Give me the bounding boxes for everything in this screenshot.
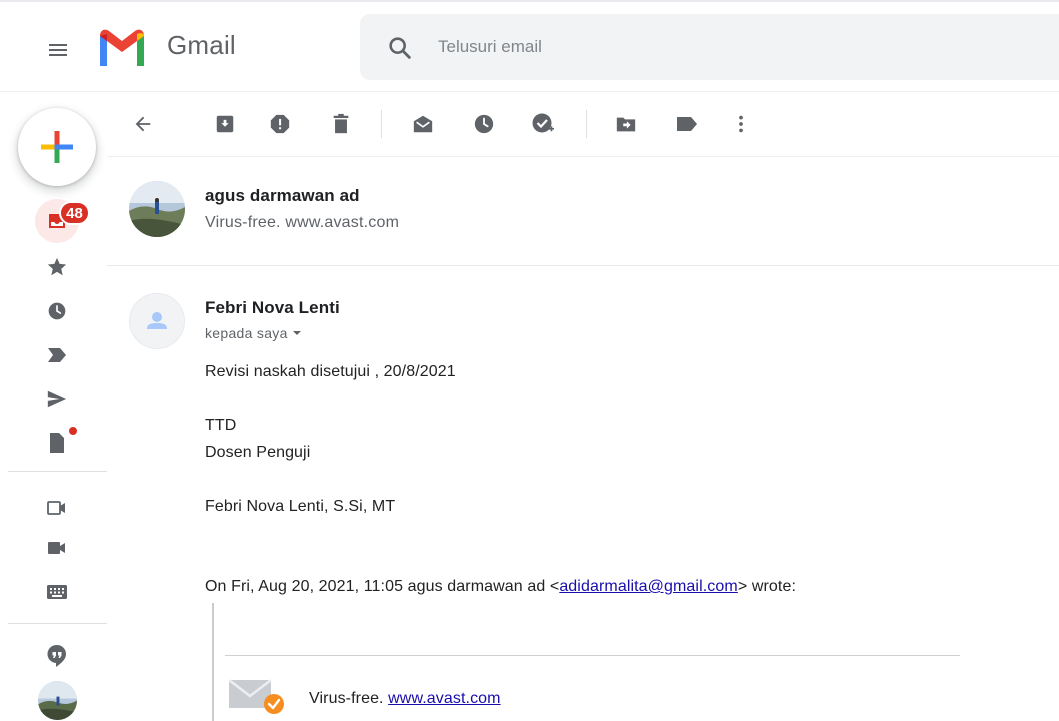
sender-avatar[interactable] <box>129 293 185 349</box>
toolbar-divider-line <box>107 156 1059 157</box>
quote-header-suffix: > wrote: <box>737 578 796 595</box>
message-sender[interactable]: Febri Nova Lenti <box>205 298 340 318</box>
header-divider <box>0 91 1059 92</box>
back-button[interactable] <box>125 106 161 142</box>
search-icon[interactable] <box>386 34 414 62</box>
archive-icon <box>216 115 234 133</box>
more-vert-icon <box>739 115 743 133</box>
videocam-icon <box>48 542 65 554</box>
toolbar-divider <box>586 110 587 138</box>
clock-icon <box>474 114 494 134</box>
inbox-unread-badge: 48 <box>59 201 90 225</box>
label-important-icon <box>48 348 66 362</box>
message-body-line: Febri Nova Lenti, S.Si, MT <box>205 498 396 515</box>
arrow-back-icon <box>135 116 151 132</box>
rail-divider <box>8 623 107 624</box>
message-body-line: Dosen Penguji <box>205 444 311 461</box>
nav-sent[interactable] <box>35 381 79 417</box>
nav-starred[interactable] <box>35 249 79 285</box>
star-icon <box>47 257 67 276</box>
hangouts-icon <box>47 644 66 667</box>
add-task-icon <box>532 113 554 133</box>
message-divider <box>107 265 1059 266</box>
avatar-photo-icon <box>129 181 185 237</box>
contact-avatar[interactable] <box>38 681 77 720</box>
nav-snoozed[interactable] <box>35 293 79 329</box>
trash-icon <box>333 113 349 134</box>
drafts-indicator-dot <box>68 426 78 436</box>
quoted-sender-email-link[interactable]: adidarmalita@gmail.com <box>559 578 738 595</box>
labels-button[interactable] <box>669 106 705 142</box>
mark-unread-icon <box>413 115 433 133</box>
hamburger-icon <box>49 44 67 56</box>
compose-button[interactable] <box>18 108 96 186</box>
nav-new-meeting[interactable] <box>35 490 79 526</box>
mark-unread-button[interactable] <box>405 106 441 142</box>
avast-link[interactable]: www.avast.com <box>388 690 500 707</box>
add-to-tasks-button[interactable] <box>525 106 561 142</box>
message-sender[interactable]: agus darmawan ad <box>205 186 360 206</box>
nav-join-meeting[interactable] <box>35 530 79 566</box>
nav-keyboard[interactable] <box>35 574 79 610</box>
nav-hangouts[interactable] <box>35 638 79 674</box>
keyboard-icon <box>47 585 67 599</box>
send-icon <box>47 390 67 408</box>
toolbar-divider <box>381 110 382 138</box>
draft-icon <box>50 433 64 453</box>
quote-header: On Fri, Aug 20, 2021, 11:05 agus darmawa… <box>205 578 796 596</box>
recipient-label: kepada saya <box>205 325 288 341</box>
signature-text: Virus-free. <box>309 690 389 707</box>
nav-important[interactable] <box>35 337 79 373</box>
main-menu-button[interactable] <box>38 30 78 70</box>
avast-mail-icon <box>228 679 284 714</box>
move-to-folder-icon <box>616 117 636 132</box>
rail-divider <box>8 471 107 472</box>
recipient-details-toggle[interactable]: kepada saya <box>205 325 302 341</box>
report-spam-button[interactable] <box>262 106 298 142</box>
signature-line: Virus-free. www.avast.com <box>309 690 501 708</box>
app-header: Gmail <box>0 0 1059 92</box>
signature-divider <box>225 655 960 656</box>
search-bar[interactable] <box>360 14 1059 80</box>
sender-avatar[interactable] <box>129 181 185 237</box>
quote-header-prefix: On Fri, Aug 20, 2021, 11:05 agus darmawa… <box>205 578 560 595</box>
default-person-icon <box>129 293 185 349</box>
delete-button[interactable] <box>323 106 359 142</box>
gmail-logo-icon[interactable] <box>97 28 147 66</box>
app-title: Gmail <box>167 30 236 60</box>
message-body-line: TTD <box>205 417 237 434</box>
move-to-button[interactable] <box>608 106 644 142</box>
report-icon <box>270 114 290 134</box>
message-snippet[interactable]: Virus-free. www.avast.com <box>205 214 399 232</box>
video-outline-icon <box>47 501 65 515</box>
more-options-button[interactable] <box>723 106 759 142</box>
quote-border <box>212 603 214 721</box>
message-body-line: Revisi naskah disetujui , 20/8/2021 <box>205 363 456 380</box>
avatar-photo-icon <box>38 681 77 720</box>
label-icon <box>677 117 697 131</box>
chevron-down-icon <box>292 331 301 335</box>
search-input[interactable] <box>436 32 996 62</box>
plus-icon <box>41 131 73 163</box>
archive-button[interactable] <box>207 106 243 142</box>
snooze-button[interactable] <box>466 106 502 142</box>
clock-icon <box>48 302 66 320</box>
